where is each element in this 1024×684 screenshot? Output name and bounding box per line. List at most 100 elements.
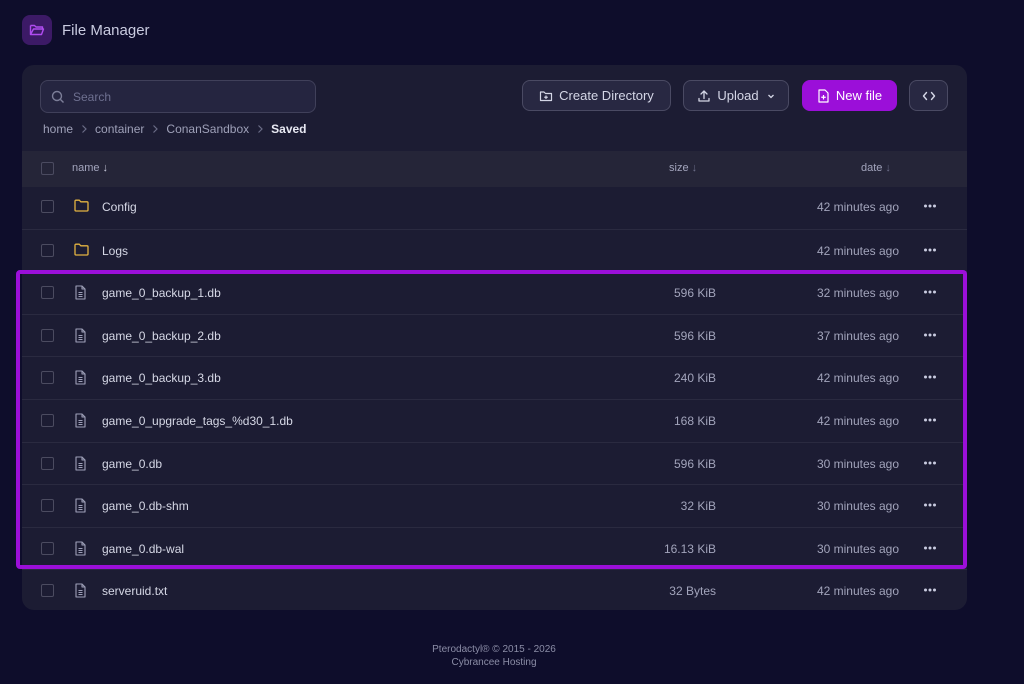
folder-icon [74,243,89,256]
search-box[interactable] [40,80,316,113]
file-date: 42 minutes ago [816,200,899,214]
file-name[interactable]: Logs [102,244,128,258]
row-checkbox[interactable] [41,456,54,470]
row-checkbox[interactable] [41,286,54,300]
table-row[interactable]: game_0.db-wal 16.13 KiB 30 minutes ago [22,526,967,570]
folder-open-icon[interactable] [22,15,52,45]
column-header-date-label: date [861,162,883,174]
file-icon [74,456,87,471]
file-name[interactable]: game_0_backup_2.db [102,329,221,343]
create-directory-label: Create Directory [559,88,654,103]
folder-icon [74,199,89,212]
chevron-right-icon [151,124,159,134]
file-date: 30 minutes ago [816,541,899,556]
column-header-date[interactable]: date ↓ [861,162,891,174]
chevron-right-icon [80,124,88,134]
file-name[interactable]: game_0_upgrade_tags_%d30_1.db [102,414,293,428]
create-directory-button[interactable]: Create Directory [522,80,671,111]
table-row[interactable]: game_0_backup_2.db 596 KiB 37 minutes ago [22,313,967,357]
table-row[interactable]: game_0.db-shm 32 KiB 30 minutes ago [22,484,967,527]
more-options-icon[interactable] [923,456,937,470]
more-options-icon[interactable] [923,328,937,342]
column-header-name-label: name [72,162,100,174]
file-date: 42 minutes ago [816,584,899,599]
file-name[interactable]: game_0_backup_1.db [102,286,221,300]
file-icon [74,285,87,300]
table-row[interactable]: Config 42 minutes ago [22,186,967,228]
more-options-icon[interactable] [923,583,937,597]
footer: Pterodactyl® © 2015 - 2026 Cybrancee Hos… [0,643,988,669]
table-row[interactable]: game_0_backup_1.db 596 KiB 32 minutes ago [22,271,967,314]
chevron-right-icon [256,124,264,134]
chevron-down-icon [767,94,774,98]
file-manager-panel: Create Directory Upload New file home co… [22,65,967,610]
row-checkbox[interactable] [41,200,54,213]
select-all-checkbox[interactable] [41,162,54,175]
file-size: 240 KiB [673,371,716,386]
row-checkbox[interactable] [41,243,54,257]
new-file-label: New file [835,88,883,103]
upload-button[interactable]: Upload [683,80,789,111]
file-name[interactable]: game_0.db [102,457,162,471]
breadcrumb-item-conansandbox[interactable]: ConanSandbox [166,122,249,136]
folder-plus-icon [540,90,553,101]
more-options-icon[interactable] [923,243,937,257]
file-date: 42 minutes ago [816,243,899,258]
row-checkbox[interactable] [41,414,54,427]
more-options-icon[interactable] [923,199,937,213]
file-date: 30 minutes ago [816,456,899,471]
row-checkbox[interactable] [41,584,54,598]
code-view-button[interactable] [909,80,948,111]
new-file-button[interactable]: New file [802,80,897,111]
file-size: 32 Bytes [669,584,716,599]
file-date: 30 minutes ago [816,499,899,514]
file-name[interactable]: Config [102,200,137,214]
file-icon [74,583,87,598]
file-name[interactable]: serveruid.txt [102,584,167,598]
breadcrumb-item-current: Saved [271,122,307,136]
file-size: 596 KiB [673,286,716,301]
code-icon [922,91,935,100]
column-header-size[interactable]: size ↓ [669,162,697,174]
breadcrumb-item-container[interactable]: container [95,122,144,136]
more-options-icon[interactable] [923,285,937,299]
table-row[interactable]: game_0_backup_3.db 240 KiB 42 minutes ago [22,356,967,399]
more-options-icon[interactable] [923,541,937,555]
table-row[interactable]: game_0_upgrade_tags_%d30_1.db 168 KiB 42 m… [22,399,967,442]
file-icon [74,541,87,556]
table-row[interactable]: Logs 42 minutes ago [22,228,967,272]
file-name[interactable]: game_0_backup_3.db [102,371,221,385]
more-options-icon[interactable] [923,413,937,427]
row-checkbox[interactable] [41,328,54,342]
file-plus-icon [818,88,829,103]
file-date: 42 minutes ago [816,371,899,386]
file-size: 32 KiB [680,499,716,514]
sort-arrow-icon: ↓ [885,162,891,174]
app-header: File Manager [22,14,150,46]
breadcrumb: home container ConanSandbox Saved [43,122,307,136]
sort-arrow-icon: ↓ [691,162,698,174]
table-row[interactable]: serveruid.txt 32 Bytes 42 minutes ago [22,569,967,612]
column-header-name[interactable]: name ↓ [72,162,108,174]
file-size: 168 KiB [673,414,716,428]
file-icon [74,498,87,513]
row-checkbox[interactable] [41,541,54,555]
row-checkbox[interactable] [41,371,54,385]
file-name[interactable]: game_0.db-shm [102,499,189,513]
breadcrumb-item-home[interactable]: home [43,122,73,136]
row-checkbox[interactable] [41,499,54,513]
more-options-icon[interactable] [923,370,937,384]
file-date: 37 minutes ago [816,328,899,343]
table-header: name ↓ size ↓ date ↓ [22,151,967,187]
search-icon [51,90,65,104]
file-size: 596 KiB [673,328,716,343]
upload-label: Upload [717,88,759,103]
footer-copyright: Pterodactyl® © 2015 - 2026 [432,644,556,655]
more-options-icon[interactable] [923,498,937,512]
search-input[interactable] [71,88,295,105]
upload-icon [698,89,711,102]
file-name[interactable]: game_0.db-wal [102,542,184,556]
footer-host: Cybrancee Hosting [451,657,537,668]
table-row[interactable]: game_0.db 596 KiB 30 minutes ago [22,441,967,485]
column-header-size-label: size [669,162,689,174]
